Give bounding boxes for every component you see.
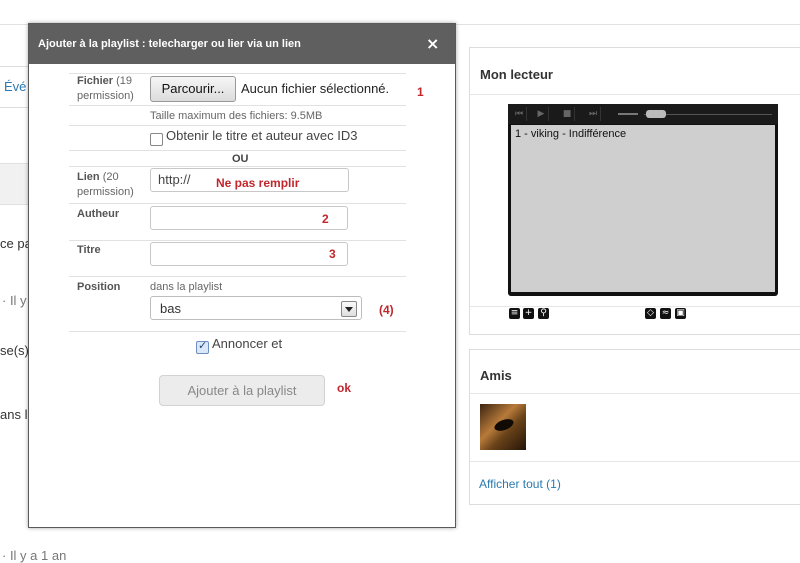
position-selected: bas	[160, 301, 181, 316]
add-to-playlist-button[interactable]: Ajouter à la playlist	[159, 375, 325, 406]
position-label: Position	[77, 280, 120, 295]
list-icon[interactable]: ≡	[509, 308, 520, 319]
announce-checkbox[interactable]	[196, 339, 209, 354]
panel-divider	[470, 306, 800, 307]
chevron-down-icon[interactable]	[341, 301, 357, 317]
row-divider	[69, 166, 406, 167]
announce-label: Annoncer et	[212, 336, 283, 351]
player-controls: ⏮ ▶ ■ ⏭	[508, 104, 778, 124]
link-label: Lien (20 permission)	[77, 170, 134, 200]
annotation-4: (4)	[379, 303, 394, 317]
row-divider	[69, 203, 406, 204]
annotation-ok: ok	[337, 381, 352, 395]
seek-handle[interactable]	[646, 110, 666, 118]
id3-label: Obtenir le titre et auteur avec ID3	[166, 128, 358, 143]
feed-fragment: · Il y	[2, 293, 27, 308]
link-input-value: http://	[158, 172, 191, 187]
events-tab-label: Évé	[4, 79, 27, 94]
volume-slider[interactable]	[618, 113, 638, 115]
title-label-text: Titre	[77, 244, 101, 256]
annotation-3: 3	[329, 247, 336, 261]
friend-avatar[interactable]	[480, 404, 526, 450]
rss-icon[interactable]: ≈	[660, 308, 671, 319]
file-label: Fichier (19 permission)	[77, 74, 134, 104]
music-player: ⏮ ▶ ■ ⏭ 1 - viking - Indifférence	[508, 104, 778, 296]
position-hint: dans la playlist	[150, 281, 223, 293]
link-label-text: Lien	[77, 171, 100, 183]
row-divider	[69, 240, 406, 241]
link-label-sub2: permission)	[77, 186, 134, 198]
row-divider	[69, 125, 406, 126]
browse-button[interactable]: Parcourir...	[150, 76, 236, 102]
feed-fragment: se(s)	[0, 343, 29, 358]
add-to-playlist-dialog: Ajouter à la playlist : telecharger ou l…	[28, 23, 456, 528]
link-label-sub: (20	[102, 171, 119, 183]
friends-title: Amis	[480, 368, 512, 383]
position-label-text: Position	[77, 281, 121, 293]
annotation-1: 1	[417, 85, 424, 99]
add-icon[interactable]: +	[523, 308, 534, 319]
prev-track-icon[interactable]: ⏮	[512, 107, 527, 121]
or-separator: OU	[232, 153, 249, 165]
playlist-track[interactable]: 1 - viking - Indifférence	[515, 128, 626, 140]
my-player-title: Mon lecteur	[480, 67, 553, 82]
panel-divider	[470, 393, 800, 394]
file-label-sub: (19	[116, 75, 133, 87]
author-input[interactable]	[150, 206, 348, 230]
row-divider	[69, 105, 406, 106]
events-tab[interactable]: Évé	[0, 66, 30, 108]
show-all-friends-link[interactable]: Afficher tout (1)	[479, 477, 561, 491]
position-select[interactable]: bas	[150, 296, 362, 320]
annotation-2: 2	[322, 212, 329, 226]
row-divider	[69, 150, 406, 151]
file-label-text: Fichier	[77, 75, 114, 87]
no-file-text: Aucun fichier sélectionné.	[241, 81, 390, 96]
feed-fragment: ans l	[0, 407, 28, 422]
row-divider	[69, 276, 406, 277]
play-icon[interactable]: ▶	[534, 107, 549, 121]
feed-timestamp: · Il y a 1 an	[2, 548, 67, 563]
file-label-sub2: permission)	[77, 90, 134, 102]
panel-divider	[470, 461, 800, 462]
dialog-header: Ajouter à la playlist : telecharger ou l…	[29, 24, 455, 64]
playlist-view: 1 - viking - Indifférence	[511, 125, 775, 292]
max-size-note: Taille maximum des fichiers: 9.5MB	[150, 110, 323, 122]
annotation-do-not-fill: Ne pas remplir	[216, 176, 300, 190]
next-track-icon[interactable]: ⏭	[586, 107, 601, 121]
title-label: Titre	[77, 243, 101, 258]
close-icon[interactable]: ×	[426, 34, 439, 53]
stop-icon[interactable]: ■	[560, 107, 575, 121]
section-band	[0, 163, 30, 205]
seek-bar[interactable]	[644, 110, 772, 118]
guitar-image	[492, 416, 516, 434]
dialog-title: Ajouter à la playlist : telecharger ou l…	[38, 38, 301, 50]
link-icon[interactable]: ⚲	[538, 308, 549, 319]
row-divider	[69, 331, 406, 332]
id3-checkbox[interactable]	[150, 133, 163, 146]
embed-icon[interactable]: ◇	[645, 308, 656, 319]
panel-divider	[470, 94, 800, 95]
title-input[interactable]	[150, 242, 348, 266]
author-label: Autheur	[77, 207, 119, 222]
popup-icon[interactable]: ▣	[675, 308, 686, 319]
author-label-text: Autheur	[77, 208, 120, 220]
